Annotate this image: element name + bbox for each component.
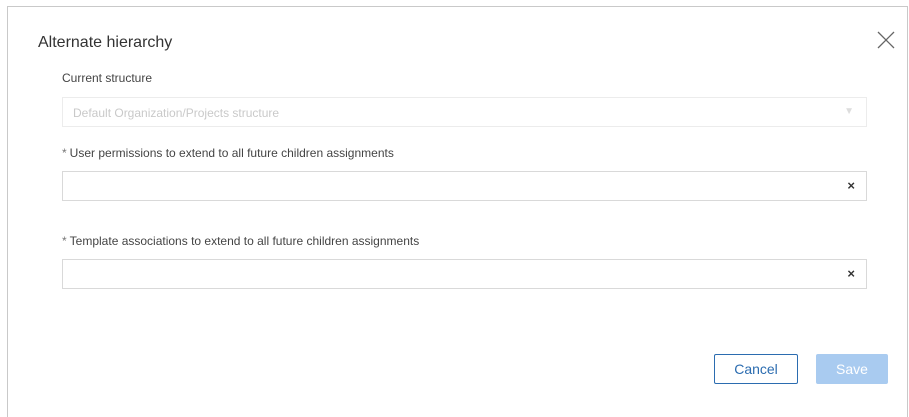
dialog-title: Alternate hierarchy	[38, 34, 173, 51]
user-permissions-input[interactable]: ×	[62, 171, 867, 201]
current-structure-label: Current structure	[62, 71, 153, 85]
current-structure-select: Default Organization/Projects structure …	[62, 97, 867, 127]
current-structure-value: Default Organization/Projects structure	[73, 106, 280, 120]
alternate-hierarchy-dialog: Alternate hierarchy Current structure De…	[7, 6, 908, 417]
template-associations-label: * Template associations to extend to all …	[62, 234, 419, 248]
required-mark: *	[62, 146, 67, 160]
chevron-down-icon: ▼	[844, 106, 854, 117]
user-permissions-label-text: User permissions to extend to all future…	[69, 146, 394, 160]
required-mark: *	[62, 234, 67, 248]
save-button[interactable]: Save	[816, 354, 888, 384]
template-associations-input[interactable]: ×	[62, 259, 867, 289]
clear-icon[interactable]: ×	[847, 266, 855, 281]
clear-icon[interactable]: ×	[847, 178, 855, 193]
template-associations-label-text: Template associations to extend to all f…	[69, 234, 420, 248]
user-permissions-label: * User permissions to extend to all futur…	[62, 146, 394, 160]
close-icon[interactable]	[875, 29, 897, 51]
cancel-button[interactable]: Cancel	[714, 354, 798, 384]
